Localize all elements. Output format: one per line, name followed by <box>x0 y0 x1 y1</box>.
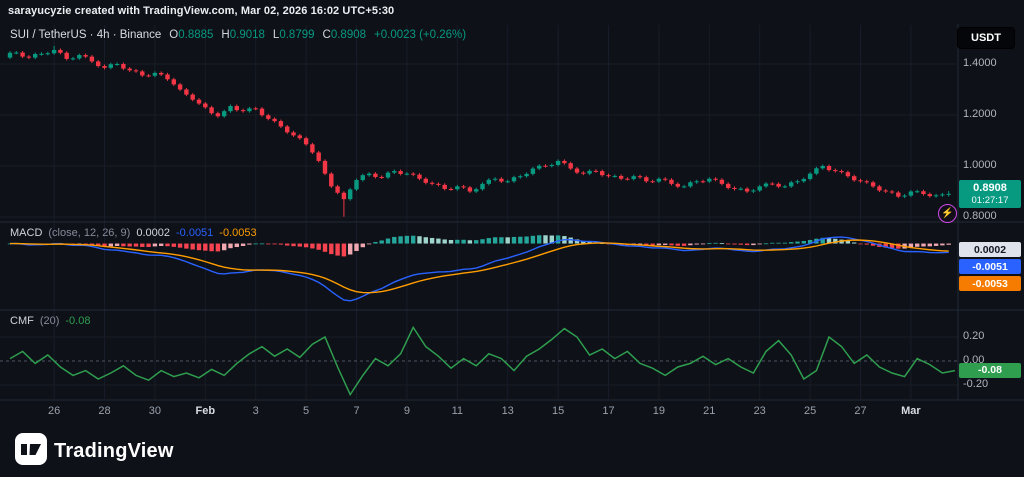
ohlc-open-value: 0.8885 <box>178 29 213 41</box>
last-price: 0.8908 <box>973 182 1007 195</box>
macd-title[interactable]: MACD <box>10 227 42 239</box>
macd-line-value: -0.0051 <box>176 227 213 239</box>
separators-layer <box>0 24 1024 400</box>
ohlc-close-value: 0.8908 <box>331 29 366 41</box>
tradingview-logo-icon[interactable] <box>14 432 48 466</box>
ohlc-high-label: H <box>221 29 229 41</box>
ohlc-close: C0.8908 <box>323 29 367 41</box>
time-axis-label: 5 <box>303 405 309 417</box>
time-axis-label: 9 <box>404 405 410 417</box>
time-axis-label: 17 <box>602 405 614 417</box>
macd-value-badge: -0.0053 <box>959 276 1021 291</box>
time-axis-label: 28 <box>98 405 110 417</box>
cmf-params: (20) <box>40 315 60 327</box>
time-axis-label: 26 <box>48 405 60 417</box>
symbol-legend: SUI / TetherUS · 4h · Binance O0.8885 H0… <box>10 29 466 41</box>
macd-layer <box>8 235 951 301</box>
ohlc-low: L0.8799 <box>273 29 315 41</box>
time-axis-label: 19 <box>653 405 665 417</box>
last-price-badge: 0.8908 01:27:17 <box>959 180 1021 208</box>
time-axis-label: Mar <box>901 405 921 417</box>
macd-hist-value: 0.0002 <box>136 227 170 239</box>
macd-value-badge: 0.0002 <box>959 242 1021 257</box>
ohlc-open-label: O <box>169 29 178 41</box>
tradingview-wordmark[interactable]: TradingView <box>54 440 174 463</box>
price-axis-label: 1.0000 <box>963 159 997 171</box>
time-axis-label: Feb <box>196 405 216 417</box>
ohlc-close-label: C <box>323 29 331 41</box>
flash-icon[interactable]: ⚡ <box>938 204 957 223</box>
flash-glyph: ⚡ <box>941 209 953 219</box>
time-axis-label: 23 <box>754 405 766 417</box>
time-axis-label: 3 <box>253 405 259 417</box>
tradingview-snapshot: sarayucyzie created with TradingView.com… <box>0 0 1024 477</box>
time-axis-label: 27 <box>854 405 866 417</box>
time-axis-label: 30 <box>149 405 161 417</box>
ohlc-high-value: 0.9018 <box>230 29 265 41</box>
attribution-bar: sarayucyzie created with TradingView.com… <box>8 5 394 17</box>
cmf-title[interactable]: CMF <box>10 315 34 327</box>
cmf-legend: CMF (20) -0.08 <box>10 315 90 327</box>
time-axis-label: 7 <box>353 405 359 417</box>
change-value: +0.0023 (+0.26%) <box>374 29 466 41</box>
time-axis-label: 25 <box>804 405 816 417</box>
currency-toggle-button[interactable]: USDT <box>957 27 1015 49</box>
price-axis-label: 1.2000 <box>963 108 997 120</box>
macd-value-badge: -0.0051 <box>959 259 1021 274</box>
cmf-axis-label: -0.20 <box>963 378 988 390</box>
candles-layer <box>8 46 951 217</box>
macd-signal-value: -0.0053 <box>219 227 256 239</box>
time-axis-label: 15 <box>552 405 564 417</box>
cmf-value: -0.08 <box>65 315 90 327</box>
symbol-title[interactable]: SUI / TetherUS · 4h · Binance <box>10 29 161 41</box>
price-axis-label: 1.4000 <box>963 57 997 69</box>
bar-countdown: 01:27:17 <box>972 195 1009 206</box>
ohlc-high: H0.9018 <box>221 29 265 41</box>
time-axis-label: 21 <box>703 405 715 417</box>
ohlc-open: O0.8885 <box>169 29 213 41</box>
cmf-axis-label: 0.20 <box>963 330 984 342</box>
macd-legend: MACD (close, 12, 26, 9) 0.0002 -0.0051 -… <box>10 227 257 239</box>
price-axis-label: 0.8000 <box>963 210 997 222</box>
macd-params: (close, 12, 26, 9) <box>48 227 130 239</box>
grid-layer <box>0 25 958 399</box>
time-axis-label: 11 <box>452 405 463 417</box>
cmf-axis-label: 0.00 <box>963 354 984 366</box>
ohlc-low-value: 0.8799 <box>279 29 314 41</box>
time-axis-label: 13 <box>502 405 514 417</box>
